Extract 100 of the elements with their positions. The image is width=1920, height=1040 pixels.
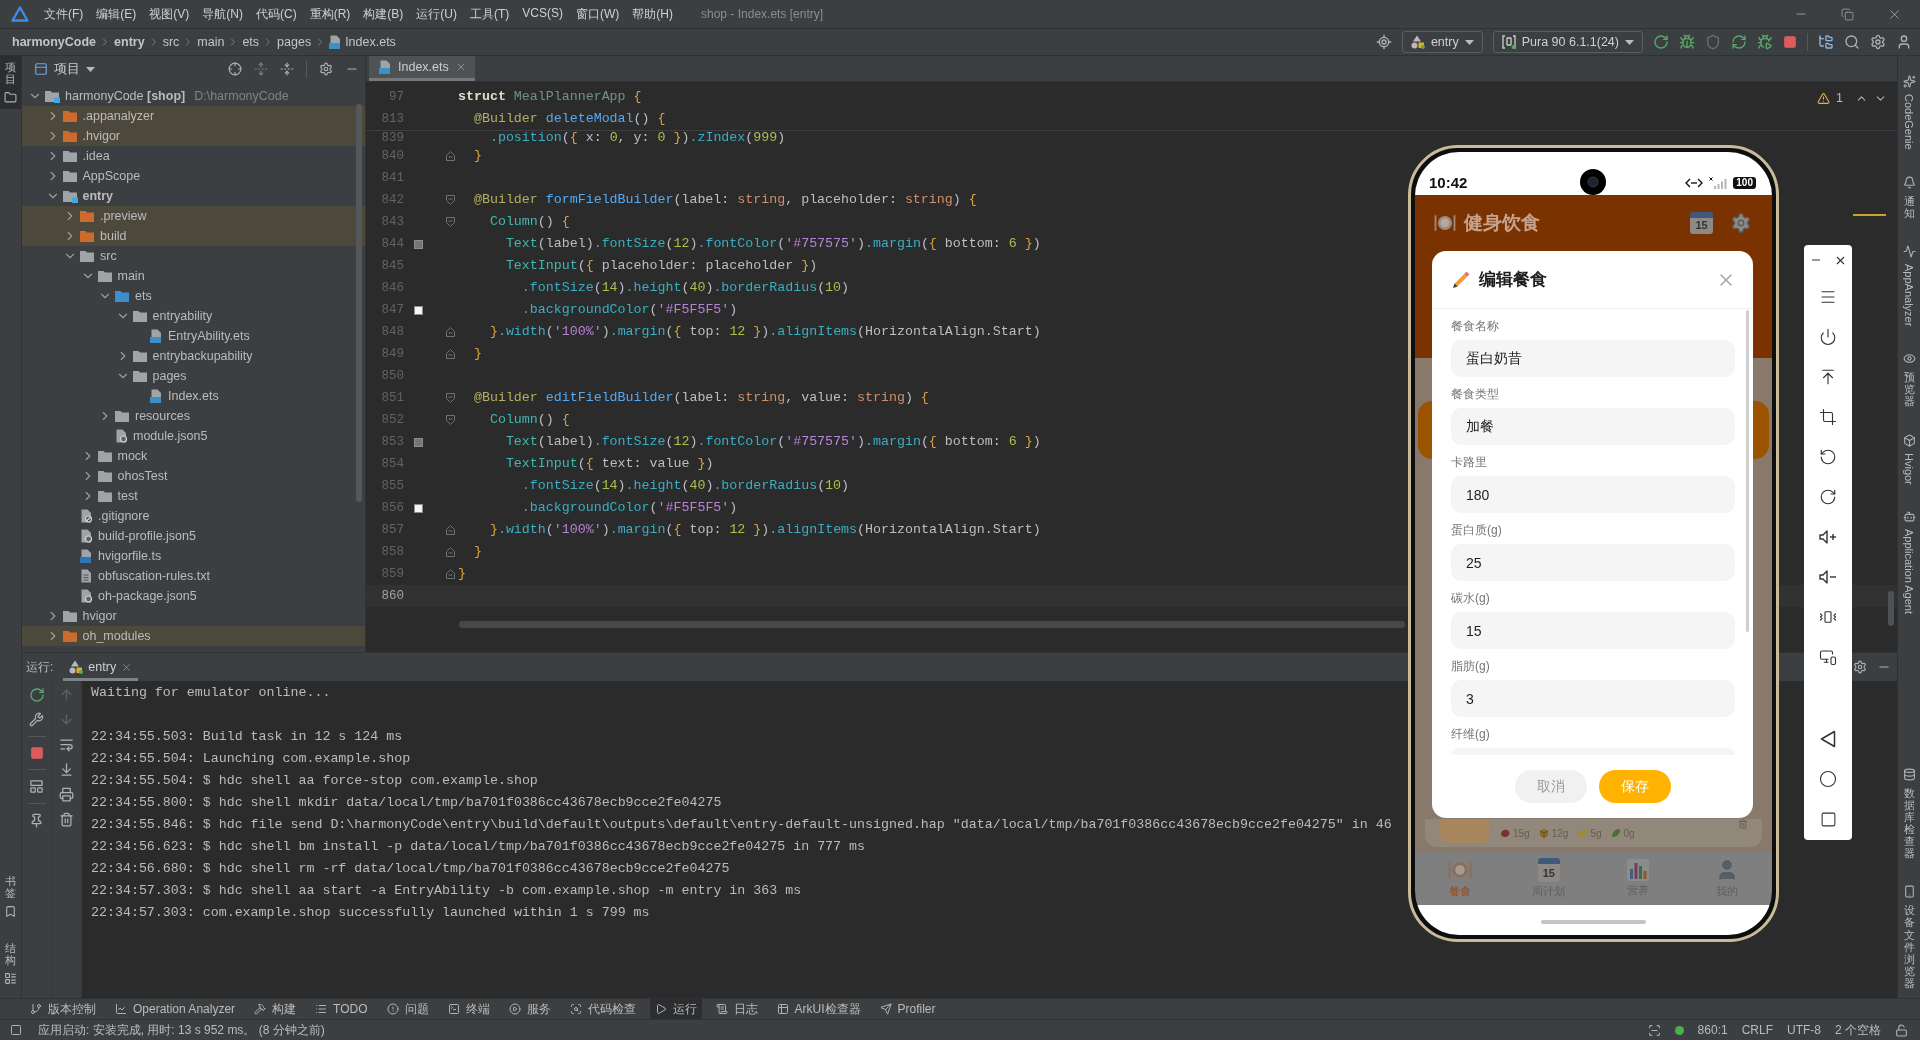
tree-item[interactable]: obfuscation-rules.txt xyxy=(22,566,365,586)
user-icon[interactable] xyxy=(1896,34,1912,50)
caret-position[interactable]: 860:1 xyxy=(1697,1023,1728,1037)
breadcrumb-item[interactable]: main xyxy=(197,35,225,49)
warning-marker[interactable] xyxy=(1853,214,1886,216)
fold-start-icon[interactable] xyxy=(446,217,455,227)
tree-item[interactable]: AppScope xyxy=(22,166,365,186)
power-icon[interactable] xyxy=(1819,328,1837,346)
square-icon[interactable] xyxy=(1819,810,1837,828)
line-ending[interactable]: CRLF xyxy=(1741,1023,1773,1037)
unlock-icon[interactable] xyxy=(1895,1023,1908,1037)
tree-item[interactable]: .preview xyxy=(22,206,365,226)
input-field[interactable]: 3 xyxy=(1451,680,1735,717)
speaker-minus-icon[interactable] xyxy=(1819,570,1837,584)
search-icon[interactable] xyxy=(1844,34,1860,50)
crosshair-icon[interactable] xyxy=(228,62,242,76)
expand-icon[interactable] xyxy=(254,62,268,76)
menu-item[interactable]: 重构(R) xyxy=(309,5,351,23)
tree-item[interactable]: mock xyxy=(22,446,365,466)
input-field[interactable]: 加餐 xyxy=(1451,408,1735,445)
tool-window-tab[interactable]: 运行 xyxy=(649,999,702,1019)
scrollbar-thumb[interactable] xyxy=(1746,310,1749,632)
tree-item[interactable]: ets xyxy=(22,286,365,306)
input-field[interactable]: 蛋白奶昔 xyxy=(1451,340,1735,377)
input-field[interactable]: 15 xyxy=(1451,612,1735,649)
fold-end-icon[interactable] xyxy=(446,525,455,535)
tool-window-tab[interactable]: ArkUI检查器 xyxy=(771,999,866,1019)
calendar-icon[interactable]: 15 xyxy=(1690,211,1713,234)
vibrate-icon[interactable] xyxy=(1819,608,1837,626)
square-icon[interactable] xyxy=(10,1024,22,1036)
tree-item[interactable]: ohosTest xyxy=(22,466,365,486)
scrollbar-thumb[interactable] xyxy=(1888,591,1894,626)
settings-icon[interactable] xyxy=(1870,34,1886,50)
tree-item[interactable]: .idea xyxy=(22,146,365,166)
editor-tab[interactable]: Index.ets xyxy=(369,56,475,81)
tool-window-button[interactable]: Application Agent xyxy=(1898,505,1920,620)
tool-window-tab[interactable]: TODO xyxy=(310,999,373,1019)
tool-window-button[interactable]: 书签 xyxy=(0,869,21,923)
tool-window-button[interactable]: CodeGenie xyxy=(1898,70,1920,155)
bug-play-icon[interactable] xyxy=(1757,34,1773,50)
wrench-icon[interactable] xyxy=(29,712,44,727)
menu-item[interactable]: 运行(U) xyxy=(416,5,457,23)
fold-start-icon[interactable] xyxy=(446,393,455,403)
tool-window-tab[interactable]: 代码检查 xyxy=(564,999,641,1019)
tree-item[interactable]: oh_modules xyxy=(22,626,365,646)
devices-icon[interactable] xyxy=(1819,648,1837,666)
tool-window-button[interactable]: 设备文件浏览器 xyxy=(1898,880,1920,994)
settings-icon[interactable] xyxy=(319,62,333,76)
tree-item[interactable]: test xyxy=(22,486,365,506)
tree-item[interactable]: .appanalyzer xyxy=(22,106,365,126)
view-selector[interactable]: 项目 xyxy=(34,60,95,78)
tree-item[interactable]: harmonyCode [shop] D:\harmonyCode xyxy=(22,86,365,106)
fold-end-icon[interactable] xyxy=(446,349,455,359)
wrap-text-icon[interactable] xyxy=(59,737,74,752)
scrollbar-thumb[interactable] xyxy=(459,621,1405,628)
layout-icon[interactable] xyxy=(29,779,44,794)
fold-start-icon[interactable] xyxy=(446,415,455,425)
stop-icon[interactable] xyxy=(29,746,44,760)
settings-icon[interactable] xyxy=(1730,211,1752,234)
breadcrumb-item[interactable]: ets xyxy=(242,35,260,49)
tree-item[interactable]: pages xyxy=(22,366,365,386)
arrow-up-to-line-icon[interactable] xyxy=(1819,368,1837,386)
tree-item[interactable]: build-profile.json5 xyxy=(22,526,365,546)
tool-window-button[interactable]: 预览器 xyxy=(1898,347,1920,413)
tree-item[interactable]: src xyxy=(22,246,365,266)
refresh-icon[interactable] xyxy=(1731,34,1747,50)
tool-window-button[interactable]: 结构 xyxy=(0,936,21,990)
settings-icon[interactable] xyxy=(1853,660,1867,674)
triangle-left-icon[interactable] xyxy=(1820,730,1836,748)
input-field[interactable]: 25 xyxy=(1451,544,1735,581)
breadcrumb-item[interactable]: src xyxy=(162,35,180,49)
breadcrumb-item[interactable]: pages xyxy=(277,35,312,49)
pin-icon[interactable] xyxy=(29,813,44,828)
menu-item[interactable]: 代码(C) xyxy=(256,5,297,23)
device-dropdown[interactable]: Pura 90 6.1.1(24) xyxy=(1492,31,1643,53)
tool-window-button[interactable]: 项目 xyxy=(0,56,21,110)
input-field[interactable]: 180 xyxy=(1451,476,1735,513)
tool-window-button[interactable]: 通知 xyxy=(1898,170,1920,224)
circular-arrow-icon[interactable] xyxy=(1653,34,1669,50)
rotate-left-icon[interactable] xyxy=(1819,448,1837,466)
target-icon[interactable] xyxy=(1375,34,1392,50)
tool-window-button[interactable]: AppAnalyzer xyxy=(1898,239,1920,332)
menu-item[interactable]: 导航(N) xyxy=(202,5,243,23)
circular-arrow-icon[interactable] xyxy=(28,687,45,703)
menu-icon[interactable] xyxy=(1819,288,1837,306)
file-encoding[interactable]: UTF-8 xyxy=(1787,1023,1821,1037)
fold-end-icon[interactable] xyxy=(446,547,455,557)
stop-icon[interactable] xyxy=(1783,35,1797,49)
scrollbar-thumb[interactable] xyxy=(356,104,362,502)
tree-item[interactable]: hvigor xyxy=(22,606,365,626)
menu-item[interactable]: 文件(F) xyxy=(44,5,84,23)
tree-item[interactable]: .gitignore xyxy=(22,506,365,526)
tree-item[interactable]: EntryAbility.ets xyxy=(22,326,365,346)
menu-item[interactable]: 帮助(H) xyxy=(632,5,673,23)
bug-icon[interactable] xyxy=(1679,34,1695,50)
menu-item[interactable]: 工具(T) xyxy=(470,5,510,23)
scan-icon[interactable] xyxy=(1647,1023,1661,1037)
fold-end-icon[interactable] xyxy=(446,151,455,161)
tree-item[interactable]: build xyxy=(22,226,365,246)
tool-window-tab[interactable]: Operation Analyzer xyxy=(110,999,241,1019)
